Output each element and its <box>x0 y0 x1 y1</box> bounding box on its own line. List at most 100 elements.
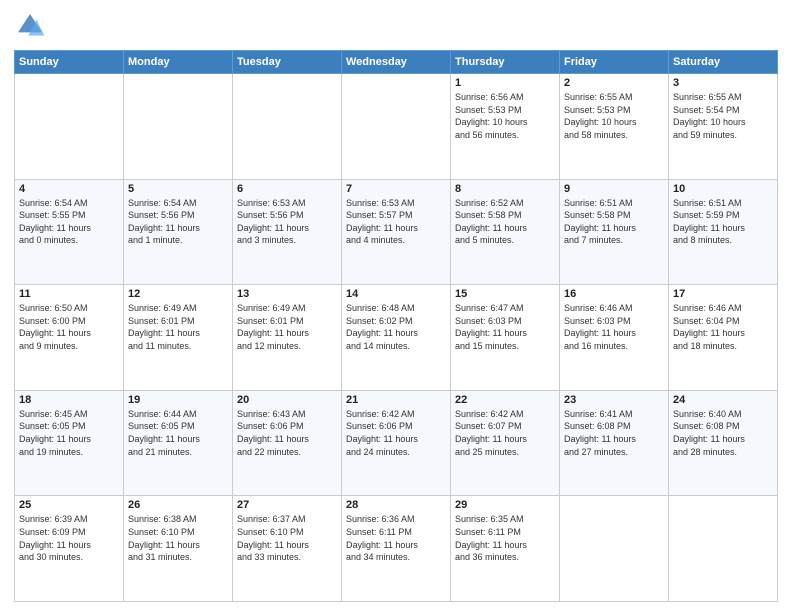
calendar-cell: 1 Sunrise: 6:56 AM Sunset: 5:53 PM Daylig… <box>451 74 560 180</box>
day-info: Sunrise: 6:43 AM Sunset: 6:06 PM Dayligh… <box>237 408 337 458</box>
calendar-cell: 12 Sunrise: 6:49 AM Sunset: 6:01 PM Dayli… <box>124 285 233 391</box>
calendar-cell <box>233 74 342 180</box>
day-number: 8 <box>455 183 555 195</box>
day-info: Sunrise: 6:36 AM Sunset: 6:11 PM Dayligh… <box>346 513 446 563</box>
day-info: Sunrise: 6:53 AM Sunset: 5:56 PM Dayligh… <box>237 197 337 247</box>
day-number: 5 <box>128 183 228 195</box>
day-number: 11 <box>19 288 119 300</box>
day-info: Sunrise: 6:48 AM Sunset: 6:02 PM Dayligh… <box>346 302 446 352</box>
day-number: 6 <box>237 183 337 195</box>
day-number: 25 <box>19 499 119 511</box>
day-info: Sunrise: 6:44 AM Sunset: 6:05 PM Dayligh… <box>128 408 228 458</box>
calendar-cell: 10Sunrise: 6:51 AM Sunset: 5:59 PM Dayli… <box>669 179 778 285</box>
day-number: 23 <box>564 394 664 406</box>
calendar-cell: 7 Sunrise: 6:53 AM Sunset: 5:57 PM Daylig… <box>342 179 451 285</box>
day-number: 22 <box>455 394 555 406</box>
calendar-cell: 18Sunrise: 6:45 AM Sunset: 6:05 PM Dayli… <box>15 390 124 496</box>
col-header-saturday: Saturday <box>669 51 778 74</box>
calendar-cell: 21 Sunrise: 6:42 AM Sunset: 6:06 PM Dayli… <box>342 390 451 496</box>
calendar-cell <box>15 74 124 180</box>
logo <box>14 10 50 42</box>
day-number: 28 <box>346 499 446 511</box>
calendar-cell: 8Sunrise: 6:52 AM Sunset: 5:58 PM Daylig… <box>451 179 560 285</box>
day-info: Sunrise: 6:50 AM Sunset: 6:00 PM Dayligh… <box>19 302 119 352</box>
week-row-1: 1 Sunrise: 6:56 AM Sunset: 5:53 PM Daylig… <box>15 74 778 180</box>
day-info: Sunrise: 6:46 AM Sunset: 6:04 PM Dayligh… <box>673 302 773 352</box>
day-info: Sunrise: 6:41 AM Sunset: 6:08 PM Dayligh… <box>564 408 664 458</box>
day-info: Sunrise: 6:37 AM Sunset: 6:10 PM Dayligh… <box>237 513 337 563</box>
day-number: 12 <box>128 288 228 300</box>
page: SundayMondayTuesdayWednesdayThursdayFrid… <box>0 0 792 612</box>
calendar-cell: 15Sunrise: 6:47 AM Sunset: 6:03 PM Dayli… <box>451 285 560 391</box>
calendar-cell <box>669 496 778 602</box>
calendar-cell: 23 Sunrise: 6:41 AM Sunset: 6:08 PM Dayli… <box>560 390 669 496</box>
calendar-cell: 3Sunrise: 6:55 AM Sunset: 5:54 PM Daylig… <box>669 74 778 180</box>
calendar-cell: 29 Sunrise: 6:35 AM Sunset: 6:11 PM Dayli… <box>451 496 560 602</box>
day-number: 10 <box>673 183 773 195</box>
day-info: Sunrise: 6:54 AM Sunset: 5:55 PM Dayligh… <box>19 197 119 247</box>
calendar-cell: 19Sunrise: 6:44 AM Sunset: 6:05 PM Dayli… <box>124 390 233 496</box>
day-number: 13 <box>237 288 337 300</box>
calendar-cell: 22 Sunrise: 6:42 AM Sunset: 6:07 PM Dayli… <box>451 390 560 496</box>
day-number: 29 <box>455 499 555 511</box>
day-number: 21 <box>346 394 446 406</box>
day-number: 26 <box>128 499 228 511</box>
day-info: Sunrise: 6:38 AM Sunset: 6:10 PM Dayligh… <box>128 513 228 563</box>
day-number: 15 <box>455 288 555 300</box>
calendar-cell <box>560 496 669 602</box>
calendar-cell: 13 Sunrise: 6:49 AM Sunset: 6:01 PM Dayli… <box>233 285 342 391</box>
day-info: Sunrise: 6:45 AM Sunset: 6:05 PM Dayligh… <box>19 408 119 458</box>
day-number: 2 <box>564 77 664 89</box>
day-info: Sunrise: 6:53 AM Sunset: 5:57 PM Dayligh… <box>346 197 446 247</box>
day-info: Sunrise: 6:49 AM Sunset: 6:01 PM Dayligh… <box>237 302 337 352</box>
week-row-5: 25 Sunrise: 6:39 AM Sunset: 6:09 PM Dayli… <box>15 496 778 602</box>
day-info: Sunrise: 6:40 AM Sunset: 6:08 PM Dayligh… <box>673 408 773 458</box>
week-row-2: 4 Sunrise: 6:54 AM Sunset: 5:55 PM Daylig… <box>15 179 778 285</box>
calendar-cell: 26 Sunrise: 6:38 AM Sunset: 6:10 PM Dayli… <box>124 496 233 602</box>
day-number: 7 <box>346 183 446 195</box>
day-info: Sunrise: 6:55 AM Sunset: 5:53 PM Dayligh… <box>564 91 664 141</box>
day-number: 16 <box>564 288 664 300</box>
col-header-thursday: Thursday <box>451 51 560 74</box>
day-info: Sunrise: 6:56 AM Sunset: 5:53 PM Dayligh… <box>455 91 555 141</box>
col-header-tuesday: Tuesday <box>233 51 342 74</box>
day-info: Sunrise: 6:42 AM Sunset: 6:07 PM Dayligh… <box>455 408 555 458</box>
calendar-cell: 6 Sunrise: 6:53 AM Sunset: 5:56 PM Daylig… <box>233 179 342 285</box>
day-number: 1 <box>455 77 555 89</box>
col-header-monday: Monday <box>124 51 233 74</box>
week-row-3: 11 Sunrise: 6:50 AM Sunset: 6:00 PM Dayli… <box>15 285 778 391</box>
col-header-friday: Friday <box>560 51 669 74</box>
calendar-cell: 16 Sunrise: 6:46 AM Sunset: 6:03 PM Dayli… <box>560 285 669 391</box>
day-number: 4 <box>19 183 119 195</box>
day-number: 24 <box>673 394 773 406</box>
calendar-cell: 9Sunrise: 6:51 AM Sunset: 5:58 PM Daylig… <box>560 179 669 285</box>
day-number: 17 <box>673 288 773 300</box>
day-info: Sunrise: 6:49 AM Sunset: 6:01 PM Dayligh… <box>128 302 228 352</box>
calendar-cell: 24 Sunrise: 6:40 AM Sunset: 6:08 PM Dayli… <box>669 390 778 496</box>
day-info: Sunrise: 6:35 AM Sunset: 6:11 PM Dayligh… <box>455 513 555 563</box>
day-number: 14 <box>346 288 446 300</box>
calendar-cell: 5 Sunrise: 6:54 AM Sunset: 5:56 PM Daylig… <box>124 179 233 285</box>
day-info: Sunrise: 6:54 AM Sunset: 5:56 PM Dayligh… <box>128 197 228 247</box>
logo-icon <box>14 10 46 42</box>
calendar-cell <box>342 74 451 180</box>
calendar-cell: 2 Sunrise: 6:55 AM Sunset: 5:53 PM Daylig… <box>560 74 669 180</box>
calendar-cell: 17 Sunrise: 6:46 AM Sunset: 6:04 PM Dayli… <box>669 285 778 391</box>
col-header-sunday: Sunday <box>15 51 124 74</box>
week-row-4: 18Sunrise: 6:45 AM Sunset: 6:05 PM Dayli… <box>15 390 778 496</box>
header <box>14 10 778 42</box>
day-number: 27 <box>237 499 337 511</box>
calendar-cell <box>124 74 233 180</box>
day-info: Sunrise: 6:51 AM Sunset: 5:58 PM Dayligh… <box>564 197 664 247</box>
day-info: Sunrise: 6:39 AM Sunset: 6:09 PM Dayligh… <box>19 513 119 563</box>
calendar-cell: 11 Sunrise: 6:50 AM Sunset: 6:00 PM Dayli… <box>15 285 124 391</box>
calendar-cell: 28 Sunrise: 6:36 AM Sunset: 6:11 PM Dayli… <box>342 496 451 602</box>
calendar-header-row: SundayMondayTuesdayWednesdayThursdayFrid… <box>15 51 778 74</box>
day-info: Sunrise: 6:46 AM Sunset: 6:03 PM Dayligh… <box>564 302 664 352</box>
calendar-cell: 25 Sunrise: 6:39 AM Sunset: 6:09 PM Dayli… <box>15 496 124 602</box>
col-header-wednesday: Wednesday <box>342 51 451 74</box>
day-info: Sunrise: 6:55 AM Sunset: 5:54 PM Dayligh… <box>673 91 773 141</box>
calendar-cell: 20Sunrise: 6:43 AM Sunset: 6:06 PM Dayli… <box>233 390 342 496</box>
calendar-cell: 14 Sunrise: 6:48 AM Sunset: 6:02 PM Dayli… <box>342 285 451 391</box>
day-info: Sunrise: 6:42 AM Sunset: 6:06 PM Dayligh… <box>346 408 446 458</box>
